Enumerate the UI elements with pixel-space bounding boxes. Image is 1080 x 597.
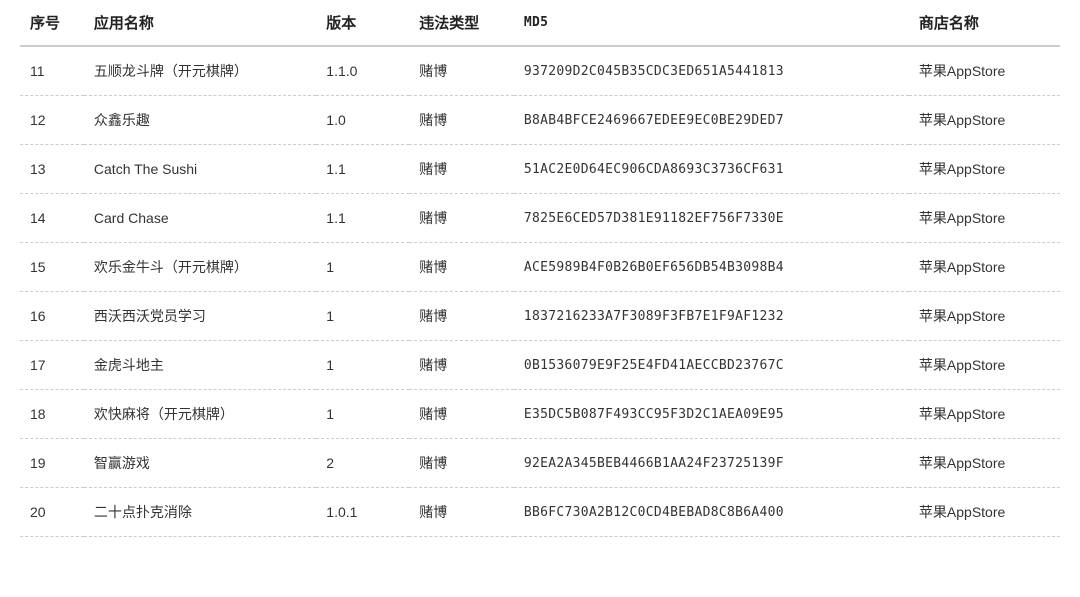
cell-store: 苹果AppStore <box>909 488 1060 537</box>
cell-type: 赌博 <box>409 145 514 194</box>
header-store: 商店名称 <box>909 0 1060 46</box>
cell-md5: 1837216233A7F3089F3FB7E1F9AF1232 <box>514 292 909 341</box>
cell-version: 1.0 <box>316 96 409 145</box>
data-table: 序号 应用名称 版本 违法类型 MD5 商店名称 11五顺龙斗牌（开元棋牌）1.… <box>20 0 1060 537</box>
cell-version: 1.1 <box>316 194 409 243</box>
cell-index: 16 <box>20 292 84 341</box>
cell-type: 赌博 <box>409 292 514 341</box>
table-row: 14Card Chase1.1赌博7825E6CED57D381E91182EF… <box>20 194 1060 243</box>
cell-store: 苹果AppStore <box>909 46 1060 96</box>
cell-md5: 937209D2C045B35CDC3ED651A5441813 <box>514 46 909 96</box>
cell-md5: 7825E6CED57D381E91182EF756F7330E <box>514 194 909 243</box>
cell-version: 1 <box>316 292 409 341</box>
cell-name: 欢快麻将（开元棋牌） <box>84 390 316 439</box>
cell-index: 19 <box>20 439 84 488</box>
cell-type: 赌博 <box>409 194 514 243</box>
cell-version: 2 <box>316 439 409 488</box>
cell-version: 1.1.0 <box>316 46 409 96</box>
cell-name: 西沃西沃党员学习 <box>84 292 316 341</box>
cell-index: 18 <box>20 390 84 439</box>
cell-index: 12 <box>20 96 84 145</box>
table-row: 15欢乐金牛斗（开元棋牌）1赌博ACE5989B4F0B26B0EF656DB5… <box>20 243 1060 292</box>
table-row: 13Catch The Sushi1.1赌博51AC2E0D64EC906CDA… <box>20 145 1060 194</box>
cell-index: 11 <box>20 46 84 96</box>
table-row: 17金虎斗地主1赌博0B1536079E9F25E4FD41AECCBD2376… <box>20 341 1060 390</box>
table-header-row: 序号 应用名称 版本 违法类型 MD5 商店名称 <box>20 0 1060 46</box>
cell-store: 苹果AppStore <box>909 194 1060 243</box>
cell-name: 金虎斗地主 <box>84 341 316 390</box>
main-container: 序号 应用名称 版本 违法类型 MD5 商店名称 11五顺龙斗牌（开元棋牌）1.… <box>0 0 1080 537</box>
cell-md5: 92EA2A345BEB4466B1AA24F23725139F <box>514 439 909 488</box>
table-row: 11五顺龙斗牌（开元棋牌）1.1.0赌博937209D2C045B35CDC3E… <box>20 46 1060 96</box>
cell-store: 苹果AppStore <box>909 390 1060 439</box>
cell-name: Catch The Sushi <box>84 145 316 194</box>
header-md5: MD5 <box>514 0 909 46</box>
cell-type: 赌博 <box>409 341 514 390</box>
cell-index: 15 <box>20 243 84 292</box>
cell-md5: BB6FC730A2B12C0CD4BEBAD8C8B6A400 <box>514 488 909 537</box>
cell-md5: ACE5989B4F0B26B0EF656DB54B3098B4 <box>514 243 909 292</box>
cell-version: 1 <box>316 243 409 292</box>
cell-version: 1 <box>316 390 409 439</box>
cell-type: 赌博 <box>409 390 514 439</box>
table-row: 20二十点扑克消除1.0.1赌博BB6FC730A2B12C0CD4BEBAD8… <box>20 488 1060 537</box>
table-row: 19智赢游戏2赌博92EA2A345BEB4466B1AA24F23725139… <box>20 439 1060 488</box>
cell-index: 13 <box>20 145 84 194</box>
cell-index: 20 <box>20 488 84 537</box>
cell-type: 赌博 <box>409 243 514 292</box>
table-row: 12众鑫乐趣1.0赌博B8AB4BFCE2469667EDEE9EC0BE29D… <box>20 96 1060 145</box>
cell-version: 1 <box>316 341 409 390</box>
cell-store: 苹果AppStore <box>909 96 1060 145</box>
cell-md5: 0B1536079E9F25E4FD41AECCBD23767C <box>514 341 909 390</box>
cell-type: 赌博 <box>409 96 514 145</box>
cell-name: 欢乐金牛斗（开元棋牌） <box>84 243 316 292</box>
header-type: 违法类型 <box>409 0 514 46</box>
header-index: 序号 <box>20 0 84 46</box>
cell-name: Card Chase <box>84 194 316 243</box>
cell-type: 赌博 <box>409 439 514 488</box>
cell-version: 1.0.1 <box>316 488 409 537</box>
cell-type: 赌博 <box>409 488 514 537</box>
cell-store: 苹果AppStore <box>909 145 1060 194</box>
cell-type: 赌博 <box>409 46 514 96</box>
cell-name: 二十点扑克消除 <box>84 488 316 537</box>
cell-store: 苹果AppStore <box>909 439 1060 488</box>
table-row: 16西沃西沃党员学习1赌博1837216233A7F3089F3FB7E1F9A… <box>20 292 1060 341</box>
cell-index: 14 <box>20 194 84 243</box>
cell-md5: B8AB4BFCE2469667EDEE9EC0BE29DED7 <box>514 96 909 145</box>
cell-md5: E35DC5B087F493CC95F3D2C1AEA09E95 <box>514 390 909 439</box>
cell-md5: 51AC2E0D64EC906CDA8693C3736CF631 <box>514 145 909 194</box>
cell-name: 五顺龙斗牌（开元棋牌） <box>84 46 316 96</box>
cell-store: 苹果AppStore <box>909 341 1060 390</box>
cell-name: 智赢游戏 <box>84 439 316 488</box>
header-name: 应用名称 <box>84 0 316 46</box>
cell-version: 1.1 <box>316 145 409 194</box>
table-row: 18欢快麻将（开元棋牌）1赌博E35DC5B087F493CC95F3D2C1A… <box>20 390 1060 439</box>
cell-index: 17 <box>20 341 84 390</box>
cell-store: 苹果AppStore <box>909 292 1060 341</box>
cell-store: 苹果AppStore <box>909 243 1060 292</box>
cell-name: 众鑫乐趣 <box>84 96 316 145</box>
header-version: 版本 <box>316 0 409 46</box>
